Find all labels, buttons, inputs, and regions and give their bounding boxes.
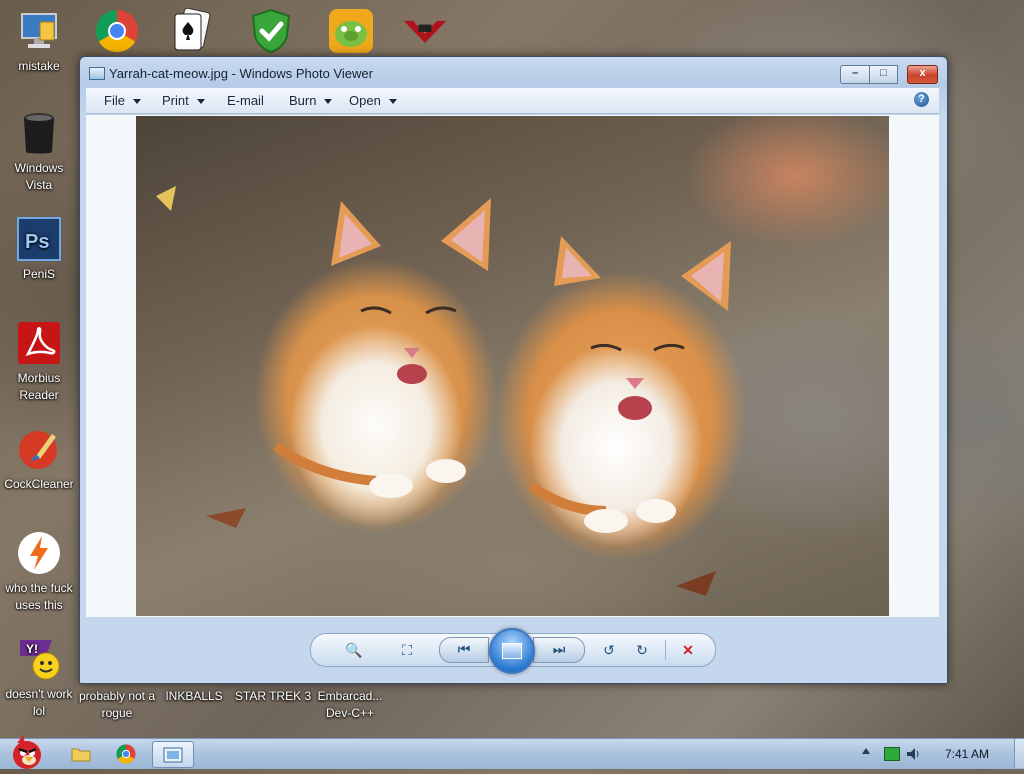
desktop-icon-label: probably not a rogue xyxy=(78,689,156,720)
chrome-icon xyxy=(95,9,139,53)
volume-tray-icon[interactable] xyxy=(906,746,922,767)
next-button[interactable]: ⏭ xyxy=(533,637,585,663)
toolbar-divider xyxy=(665,640,666,660)
previous-button[interactable]: ⏮ xyxy=(439,637,489,663)
security-shield-icon xyxy=(251,8,291,54)
menu-print[interactable]: Print xyxy=(162,93,205,108)
close-icon: x xyxy=(919,67,926,79)
desktop-icon-windows-vista[interactable]: Windows Vista xyxy=(0,110,78,194)
desktop-icon-label: mistake xyxy=(18,59,60,73)
image-viewport xyxy=(86,115,939,617)
brand-logo-icon xyxy=(403,20,447,43)
slideshow-icon xyxy=(502,643,522,659)
minimize-button[interactable]: – xyxy=(840,65,870,84)
desktop-icon-cockcleaner[interactable]: CockCleaner xyxy=(0,426,78,493)
close-button[interactable]: x xyxy=(907,65,938,84)
security-desktop-icon[interactable] xyxy=(248,8,294,54)
trash-bin-icon xyxy=(16,110,62,156)
chevron-down-icon xyxy=(132,99,141,105)
photo-viewer-window: Yarrah-cat-meow.jpg - Windows Photo View… xyxy=(79,56,948,684)
rotate-cw-icon: ↻ xyxy=(636,641,648,658)
photoshop-icon: Ps xyxy=(16,216,62,262)
bad-piggies-desktop-icon[interactable] xyxy=(328,8,374,54)
desktop-icon-label: CockCleaner xyxy=(4,477,74,491)
desktop-icon-inkballs[interactable]: INKBALLS xyxy=(155,688,233,705)
cleaner-brush-icon xyxy=(16,426,62,472)
pdf-reader-icon xyxy=(16,320,62,366)
desktop-icon-doesnt-work[interactable]: Y! doesn't work lol xyxy=(0,636,78,720)
brand-desktop-icon[interactable] xyxy=(402,8,448,54)
bad-piggies-icon xyxy=(329,9,373,53)
next-icon: ⏭ xyxy=(552,640,566,657)
cat-photo xyxy=(136,116,889,616)
desktop-icon-label: Embarcad... Dev-C++ xyxy=(317,689,383,720)
desktop-icon-label: PeniS xyxy=(22,267,56,281)
desktop-icon-label: INKBALLS xyxy=(165,689,223,703)
folder-icon xyxy=(71,748,91,761)
viewer-toolbar: 🔍 ⛶ ⏮ ⏭ ↺ ↻ ✕ xyxy=(310,628,716,674)
chrome-icon xyxy=(116,743,136,764)
desktop-icon-label: Morbius Reader xyxy=(17,371,61,402)
minimize-icon: – xyxy=(851,67,859,79)
desktop-icon-label: STAR TREK 3 xyxy=(234,689,312,703)
previous-icon: ⏮ xyxy=(457,640,471,657)
actual-size-button[interactable]: ⛶ xyxy=(393,640,421,660)
taskbar-photo-viewer[interactable] xyxy=(152,741,194,768)
help-icon[interactable]: ? xyxy=(914,92,929,107)
computer-monitor-icon xyxy=(16,8,62,54)
svg-text:Ps: Ps xyxy=(25,231,49,253)
desktop-icon-label: Windows Vista xyxy=(14,161,64,192)
desktop-icon-morbius-reader[interactable]: Morbius Reader xyxy=(0,320,78,404)
show-hidden-icons-arrow[interactable] xyxy=(862,748,870,754)
menu-bar: File Print E-mail Burn Open ? xyxy=(86,88,939,114)
fit-window-icon: ⛶ xyxy=(402,641,412,658)
angry-bird-start-icon xyxy=(13,735,41,769)
desktop-icon-probably-not-a-rogue[interactable]: probably not a rogue xyxy=(78,688,156,722)
desktop-icon-mistake[interactable]: mistake xyxy=(0,8,78,75)
delete-x-icon: ✕ xyxy=(682,641,694,658)
solitaire-cards-icon xyxy=(174,8,211,51)
zoom-magnifier-icon: 🔍 xyxy=(345,641,363,658)
menu-file[interactable]: File xyxy=(104,93,141,108)
rotate-clockwise-button[interactable]: ↻ xyxy=(629,640,655,660)
two-kittens-illustration xyxy=(156,186,731,596)
desktop-icon-label: doesn't work lol xyxy=(5,687,73,718)
chrome-desktop-icon[interactable] xyxy=(94,8,140,54)
taskbar-explorer[interactable] xyxy=(61,741,101,766)
rotate-ccw-icon: ↺ xyxy=(603,641,615,658)
yahoo-messenger-icon: Y! xyxy=(16,636,62,682)
maximize-icon: □ xyxy=(880,67,887,79)
lightning-app-icon xyxy=(16,530,62,576)
menu-burn[interactable]: Burn xyxy=(289,93,333,108)
slideshow-button[interactable] xyxy=(489,628,535,674)
svg-text:Y!: Y! xyxy=(26,642,38,656)
desktop-icon-embarcadero-devcpp[interactable]: Embarcad... Dev-C++ xyxy=(311,688,389,722)
chevron-down-icon xyxy=(388,99,397,105)
desktop-icon-penis[interactable]: Ps PeniS xyxy=(0,216,78,283)
rotate-counterclockwise-button[interactable]: ↺ xyxy=(596,640,622,660)
taskbar: 7:41 AM xyxy=(0,735,1024,769)
show-desktop-button[interactable] xyxy=(1014,739,1024,768)
start-button[interactable] xyxy=(3,733,47,769)
desktop-icon-star-trek-3[interactable]: STAR TREK 3 xyxy=(234,688,312,705)
menu-email[interactable]: E-mail xyxy=(227,93,264,108)
zoom-button[interactable]: 🔍 xyxy=(337,640,371,660)
solitaire-desktop-icon[interactable] xyxy=(168,8,214,54)
network-tray-icon[interactable] xyxy=(884,747,900,761)
delete-button[interactable]: ✕ xyxy=(675,640,701,660)
desktop-icon-label: who the fuck uses this xyxy=(5,581,73,612)
desktop-icon-who-uses-this[interactable]: who the fuck uses this xyxy=(0,530,78,614)
window-title: Yarrah-cat-meow.jpg - Windows Photo View… xyxy=(109,66,373,81)
system-clock[interactable]: 7:41 AM xyxy=(945,747,989,761)
maximize-button[interactable]: □ xyxy=(869,65,898,84)
taskbar-chrome[interactable] xyxy=(106,741,146,766)
menu-open[interactable]: Open xyxy=(349,93,397,108)
chevron-down-icon xyxy=(324,99,333,105)
photo-viewer-app-icon xyxy=(89,67,105,80)
photo-viewer-icon xyxy=(163,747,183,762)
title-bar[interactable]: Yarrah-cat-meow.jpg - Windows Photo View… xyxy=(80,57,947,87)
speaker-icon xyxy=(907,748,919,760)
chevron-down-icon xyxy=(196,99,205,105)
